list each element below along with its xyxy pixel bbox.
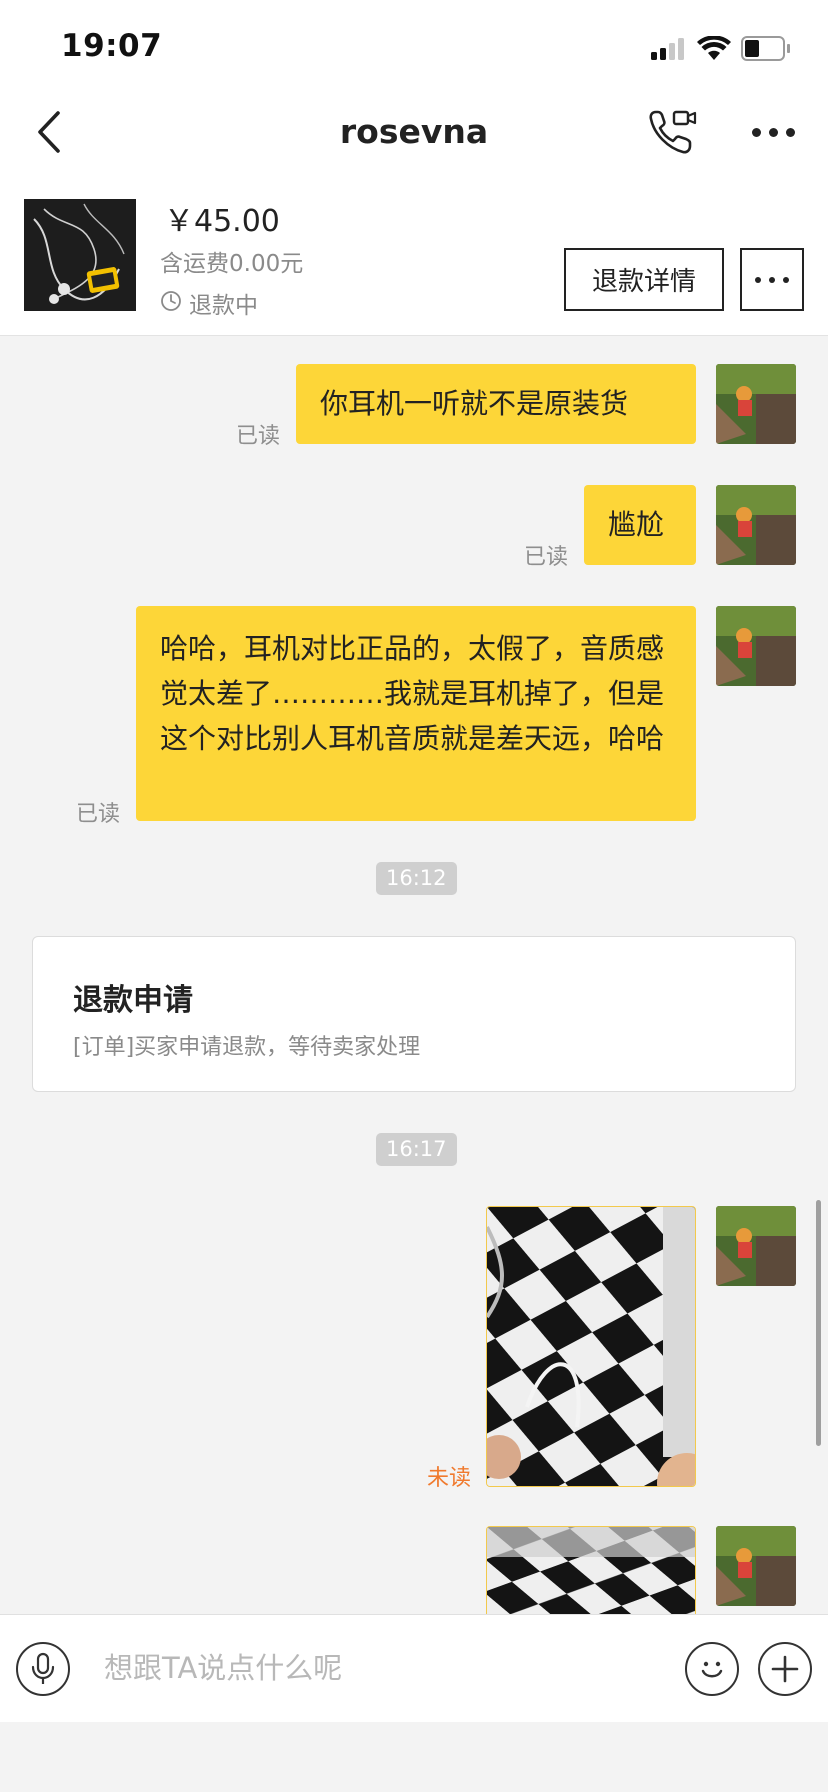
cellular-signal-icon	[651, 38, 687, 60]
timestamp: 16:12	[376, 862, 457, 895]
message-bubble[interactable]: 尴尬	[584, 485, 696, 565]
voice-input-button[interactable]	[16, 1642, 70, 1696]
refund-details-button[interactable]: 退款详情	[564, 248, 724, 311]
battery-icon	[741, 36, 791, 61]
scrollbar-thumb[interactable]	[816, 1200, 821, 1446]
message-input-bar	[0, 1614, 828, 1723]
image-message[interactable]	[486, 1526, 696, 1614]
message-bubble[interactable]: 你耳机一听就不是原装货	[296, 364, 696, 444]
read-status: 已读	[524, 545, 569, 570]
message-bubble[interactable]: 哈哈，耳机对比正品的，太假了，音质感觉太差了…………我就是耳机掉了，但是这个对比…	[136, 606, 696, 821]
refund-card-title: 退款申请	[73, 983, 193, 1018]
microphone-icon	[31, 1652, 55, 1684]
unread-status: 未读	[427, 1466, 472, 1491]
shipping-fee: 含运费0.00元	[160, 251, 304, 277]
avatar[interactable]	[716, 1526, 796, 1606]
product-price: ￥45.00	[164, 204, 280, 239]
page-title: rosevna	[339, 112, 489, 151]
read-status: 已读	[236, 424, 281, 449]
message-input[interactable]	[90, 1643, 688, 1693]
product-card: ￥45.00 含运费0.00元 退款中 退款详情	[0, 176, 828, 336]
refund-card-description: [订单]买家申请退款，等待卖家处理	[73, 1035, 421, 1060]
phone-video-icon[interactable]	[648, 108, 698, 156]
avatar[interactable]	[716, 606, 796, 686]
emoji-button[interactable]	[685, 1642, 739, 1696]
avatar[interactable]	[716, 485, 796, 565]
smiley-icon	[701, 1661, 723, 1678]
product-thumbnail[interactable]	[24, 199, 136, 311]
read-status: 已读	[76, 802, 121, 827]
plus-icon	[771, 1655, 799, 1683]
avatar[interactable]	[716, 1206, 796, 1286]
image-message[interactable]	[486, 1206, 696, 1487]
more-horizontal-icon	[755, 276, 789, 283]
avatar[interactable]	[716, 364, 796, 444]
nav-bar: rosevna	[0, 90, 828, 176]
wifi-icon	[697, 36, 731, 60]
more-options-icon[interactable]	[752, 128, 796, 138]
refund-status: 退款中	[189, 293, 258, 319]
refund-request-card[interactable]: 退款申请 [订单]买家申请退款，等待卖家处理	[32, 936, 796, 1092]
status-bar: 19:07	[0, 0, 828, 90]
home-indicator-area	[0, 1722, 828, 1792]
clock-icon	[161, 291, 181, 311]
product-more-button[interactable]	[740, 248, 804, 311]
add-attachment-button[interactable]	[758, 1642, 812, 1696]
timestamp: 16:17	[376, 1133, 457, 1166]
status-time: 19:07	[61, 28, 163, 64]
